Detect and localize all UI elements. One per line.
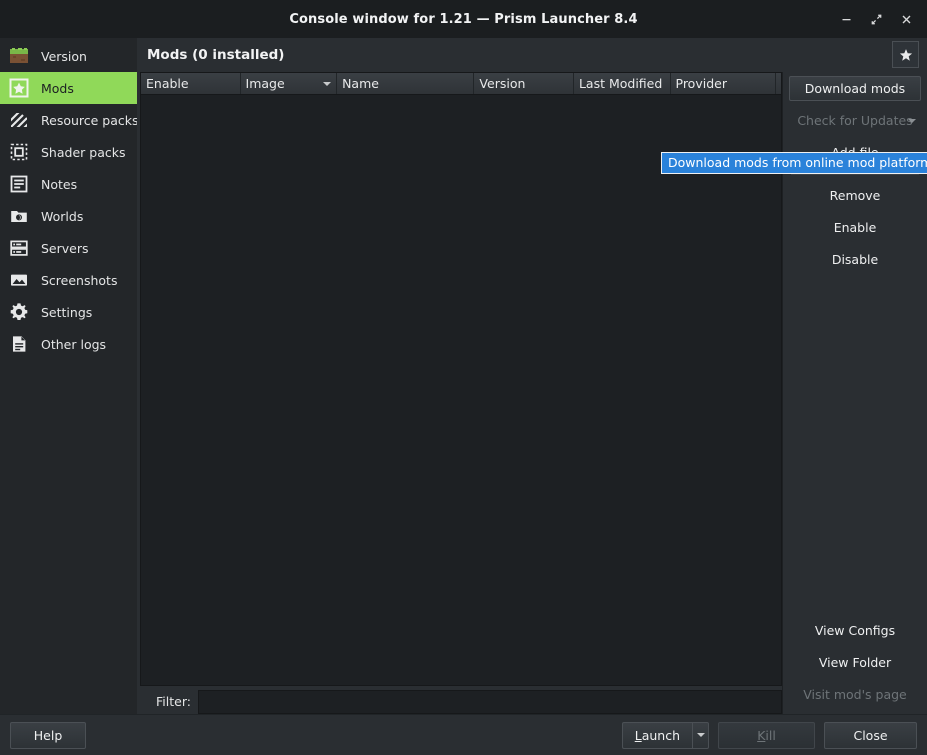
table-header-label: Enable xyxy=(146,76,189,91)
lines-doc-icon xyxy=(8,173,30,195)
help-button[interactable]: Help xyxy=(10,721,86,749)
table-header-label: Name xyxy=(342,76,379,91)
launch-button-group: Launch xyxy=(621,721,709,749)
sort-descending-icon xyxy=(323,81,332,86)
action-spacer xyxy=(789,279,921,618)
visit-mods-page-button[interactable]: Visit mod's page xyxy=(789,682,921,707)
sidebar-item-label: Worlds xyxy=(41,208,84,224)
server-rack-icon xyxy=(8,237,30,259)
sidebar-item-label: Settings xyxy=(41,304,93,320)
kill-label: Kill xyxy=(757,728,776,743)
sidebar-item-label: Screenshots xyxy=(41,272,118,288)
gear-icon xyxy=(8,301,30,323)
sidebar-item-other-logs[interactable]: Other logs xyxy=(0,328,137,360)
add-file-button[interactable]: Add file xyxy=(789,140,921,165)
sidebar-item-resource-packs[interactable]: Resource packs xyxy=(0,104,139,136)
table-header-enable[interactable]: Enable xyxy=(141,73,241,94)
grass-block-icon xyxy=(8,45,30,67)
table-header-last-modified[interactable]: Last Modified xyxy=(573,73,671,94)
kill-button[interactable]: Kill xyxy=(718,721,815,749)
sidebar-item-label: Shader packs xyxy=(41,144,126,160)
table-header-label: Provider xyxy=(675,76,727,91)
filter-input[interactable] xyxy=(197,689,782,714)
star-box-icon xyxy=(8,77,30,99)
download-mods-button[interactable]: Download mods xyxy=(789,76,921,101)
filter-row: Filter: xyxy=(140,686,782,714)
sidebar-item-label: Version xyxy=(41,48,87,64)
table-body-empty[interactable] xyxy=(141,95,781,685)
table-header-name[interactable]: Name xyxy=(337,73,475,94)
chevron-down-icon xyxy=(696,733,705,737)
page-title: Mods (0 installed) xyxy=(147,47,285,63)
sidebar-item-shader-packs[interactable]: Shader packs xyxy=(0,136,137,168)
chevron-down-icon xyxy=(908,118,916,123)
kill-label-rest: ill xyxy=(765,727,776,743)
window-body: Version Mods Resource packs Shader packs… xyxy=(0,38,927,714)
window-title: Console window for 1.21 — Prism Launcher… xyxy=(289,11,638,27)
launch-button[interactable]: Launch xyxy=(621,721,692,749)
table-header-label: Image xyxy=(245,76,285,91)
enable-button[interactable]: Enable xyxy=(789,215,921,240)
sidebar-item-label: Other logs xyxy=(41,336,107,352)
sidebar-item-screenshots[interactable]: Screenshots xyxy=(0,264,137,296)
table-header-label: Version xyxy=(479,76,526,91)
close-button[interactable]: Close xyxy=(824,721,917,749)
action-panel: Download mods Check for Updates Add file… xyxy=(782,72,927,714)
table-header-image[interactable]: Image xyxy=(240,73,338,94)
maximize-icon[interactable] xyxy=(861,4,891,34)
image-icon xyxy=(8,269,30,291)
view-configs-button[interactable]: View Configs xyxy=(789,618,921,643)
sidebar-item-version[interactable]: Version xyxy=(0,40,137,72)
launch-label: Launch xyxy=(635,728,680,743)
mods-table-column: Enable Image Name Version Last Modified … xyxy=(137,72,782,714)
folder-globe-icon xyxy=(8,205,30,227)
window-controls xyxy=(831,0,921,38)
check-for-updates-button[interactable]: Check for Updates xyxy=(789,108,921,133)
mods-table: Enable Image Name Version Last Modified … xyxy=(140,72,782,686)
check-for-updates-label: Check for Updates xyxy=(797,113,913,128)
sidebar-item-notes[interactable]: Notes xyxy=(0,168,137,200)
view-folder-button[interactable]: View Folder xyxy=(789,650,921,675)
sidebar-item-mods[interactable]: Mods xyxy=(0,72,137,104)
title-bar: Console window for 1.21 — Prism Launcher… xyxy=(0,0,927,38)
table-header-row: Enable Image Name Version Last Modified … xyxy=(141,73,781,95)
sidebar-item-label: Servers xyxy=(41,240,89,256)
sidebar-item-label: Resource packs xyxy=(41,112,139,128)
dashed-box-icon xyxy=(8,141,30,163)
table-header-label: Last Modified xyxy=(578,76,663,91)
hatched-box-icon xyxy=(8,109,30,131)
sidebar-item-label: Notes xyxy=(41,176,78,192)
content-area: Mods (0 installed) Enable Image Name Ver… xyxy=(137,38,927,714)
file-text-icon xyxy=(8,333,30,355)
sidebar-item-settings[interactable]: Settings xyxy=(0,296,137,328)
table-header-version[interactable]: Version xyxy=(474,73,574,94)
content-header: Mods (0 installed) xyxy=(137,38,927,72)
action-separator xyxy=(791,174,919,175)
sidebar-item-servers[interactable]: Servers xyxy=(0,232,137,264)
remove-button[interactable]: Remove xyxy=(789,183,921,208)
sidebar: Version Mods Resource packs Shader packs… xyxy=(0,38,139,714)
bottom-bar: Help Launch Kill Close xyxy=(0,714,927,755)
app-window: Console window for 1.21 — Prism Launcher… xyxy=(0,0,927,755)
launch-options-button[interactable] xyxy=(692,721,709,749)
disable-button[interactable]: Disable xyxy=(789,247,921,272)
minimize-icon[interactable] xyxy=(831,4,861,34)
center-row: Enable Image Name Version Last Modified … xyxy=(137,72,927,714)
filter-label: Filter: xyxy=(156,694,191,709)
close-icon[interactable] xyxy=(891,4,921,34)
launch-label-rest: aunch xyxy=(641,727,680,743)
sidebar-item-label: Mods xyxy=(41,80,74,96)
sidebar-item-worlds[interactable]: Worlds xyxy=(0,200,137,232)
table-header-provider[interactable]: Provider xyxy=(670,73,776,94)
table-header-filler xyxy=(776,73,781,94)
favorite-star-icon[interactable] xyxy=(892,41,919,68)
launch-mnemonic: L xyxy=(634,727,642,743)
